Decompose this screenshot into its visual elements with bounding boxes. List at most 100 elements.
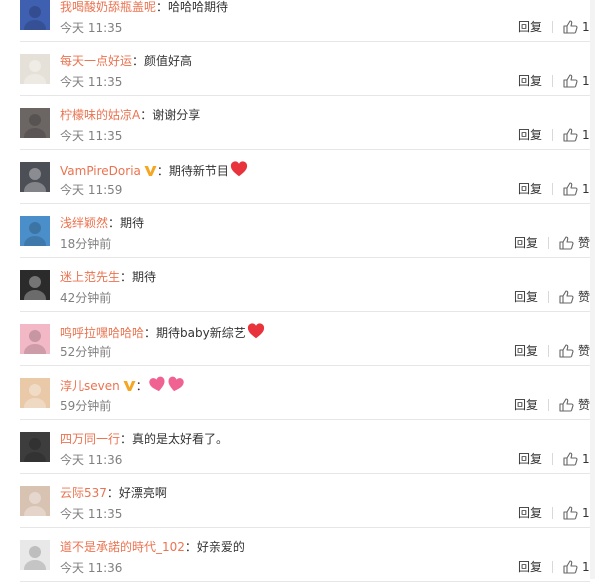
divider (552, 183, 553, 195)
comment-text: 好亲爱的 (196, 540, 245, 554)
reply-button[interactable]: 回复 (514, 396, 538, 414)
username-link[interactable]: 每天一点好运 (60, 54, 132, 68)
comment-time: 今天 11:35 (60, 75, 123, 89)
like-button[interactable]: 1 (563, 450, 590, 468)
comment-time: 今天 11:35 (60, 507, 123, 521)
username-link[interactable]: VamPireDoria (60, 164, 141, 178)
thumbs-up-icon (563, 128, 582, 142)
comment-item: 鸣呼拉嘿哈哈哈：期待baby新综艺 52分钟前 回复 赞 (20, 312, 590, 366)
reply-button[interactable]: 回复 (518, 72, 542, 90)
username-link[interactable]: 浅绊颖然 (60, 216, 108, 230)
thumbs-up-icon (563, 182, 582, 196)
vip-badge-icon (123, 379, 136, 397)
reply-button[interactable]: 回复 (518, 450, 542, 468)
reply-button[interactable]: 回复 (514, 234, 538, 252)
like-button[interactable]: 赞 (559, 342, 590, 360)
avatar[interactable] (20, 54, 50, 84)
comment-text: 期待新节目 (168, 164, 229, 178)
like-button[interactable]: 赞 (559, 234, 590, 252)
like-count: 1 (582, 128, 590, 142)
comment-item: 道不是承諾的時代_102：好亲爱的今天 11:36 回复 1 (20, 528, 590, 582)
comment-list: 我喝酸奶舔瓶盖呢：哈哈哈期待 今天 11:35 回复 1 每天一点好运：颜值好高 今天 1… (0, 0, 595, 582)
like-button[interactable]: 1 (563, 558, 590, 576)
comment-actions: 回复 赞 (514, 288, 590, 306)
comment-item: 浅绊颖然：期待 18分钟前 回复 赞 (20, 204, 590, 258)
avatar[interactable] (20, 378, 50, 408)
like-count: 1 (582, 182, 590, 196)
comment-item: 淳儿seven ： 59分钟前 回复 赞 (20, 366, 590, 420)
divider (552, 129, 553, 141)
separator-colon: ： (140, 108, 153, 122)
thumbs-up-icon (563, 74, 582, 88)
comment-text: 期待baby新综艺 (156, 326, 246, 340)
username-link[interactable]: 道不是承諾的時代_102 (60, 540, 185, 554)
username-link[interactable]: 鸣呼拉嘿哈哈哈 (60, 326, 144, 340)
reply-button[interactable]: 回复 (514, 288, 538, 306)
like-count: 1 (582, 452, 590, 466)
divider (547, 237, 549, 249)
comment-line: 我喝酸奶舔瓶盖呢：哈哈哈期待 (60, 0, 228, 16)
avatar[interactable] (20, 270, 50, 300)
divider (547, 399, 549, 411)
username-link[interactable]: 柠檬味的姑凉A (60, 108, 140, 122)
like-count: 1 (582, 20, 590, 34)
like-count: 1 (582, 506, 590, 520)
like-button[interactable]: 1 (563, 126, 590, 144)
avatar[interactable] (20, 162, 50, 192)
reply-button[interactable]: 回复 (518, 18, 542, 36)
divider (552, 507, 553, 519)
scrollbar[interactable] (590, 0, 595, 579)
comment-line: 道不是承諾的時代_102：好亲爱的 (60, 538, 245, 556)
like-button[interactable]: 1 (563, 180, 590, 198)
like-button[interactable]: 1 (563, 504, 590, 522)
like-count: 1 (582, 560, 590, 574)
comment-actions: 回复 1 (518, 180, 590, 198)
like-button[interactable]: 1 (563, 72, 590, 90)
comment-actions: 回复 1 (518, 504, 590, 522)
thumbs-up-icon (559, 236, 578, 250)
avatar[interactable] (20, 0, 50, 30)
username-link[interactable]: 淳儿seven (60, 379, 120, 393)
comment-item: VamPireDoria ：期待新节目 今天 11:59 回复 1 (20, 150, 590, 204)
separator-colon: ： (108, 216, 121, 230)
comment-text: 颜值好高 (144, 54, 193, 68)
comment-item: 柠檬味的姑凉A：谢谢分享 今天 11:35 回复 1 (20, 96, 590, 150)
reply-button[interactable]: 回复 (518, 504, 542, 522)
username-link[interactable]: 迷上范先生 (60, 270, 120, 284)
comment-actions: 回复 赞 (514, 234, 590, 252)
reply-button[interactable]: 回复 (514, 342, 538, 360)
comment-text: 期待 (120, 216, 145, 230)
comment-line: 浅绊颖然：期待 (60, 214, 144, 232)
comment-actions: 回复 赞 (514, 396, 590, 414)
like-count: 赞 (577, 236, 590, 250)
separator-colon: ： (184, 540, 197, 554)
divider (547, 345, 549, 357)
comment-item: 每天一点好运：颜值好高今天 11:35 回复 1 (20, 42, 590, 96)
comment-text: 真的是太好看了。 (132, 432, 229, 446)
avatar[interactable] (20, 108, 50, 138)
avatar[interactable] (20, 324, 50, 354)
username-link[interactable]: 四万同一行 (60, 432, 120, 446)
separator-colon: ： (132, 54, 145, 68)
reply-button[interactable]: 回复 (518, 558, 542, 576)
like-button[interactable]: 赞 (559, 396, 590, 414)
avatar[interactable] (20, 432, 50, 462)
comment-actions: 回复 1 (518, 558, 590, 576)
avatar[interactable] (20, 540, 50, 570)
comment-actions: 回复 1 (518, 72, 590, 90)
reply-button[interactable]: 回复 (518, 126, 542, 144)
comment-item: 我喝酸奶舔瓶盖呢：哈哈哈期待 今天 11:35 回复 1 (20, 0, 590, 42)
like-button[interactable]: 赞 (559, 288, 590, 306)
username-link[interactable]: 云际537 (60, 486, 107, 500)
avatar[interactable] (20, 486, 50, 516)
like-count: 赞 (577, 398, 590, 412)
comment-time: 18分钟前 (60, 237, 112, 251)
avatar[interactable] (20, 216, 50, 246)
comment-time: 今天 11:36 (60, 561, 123, 575)
like-button[interactable]: 1 (563, 18, 590, 36)
like-count: 赞 (577, 344, 590, 358)
heart-emoji-icon (247, 322, 265, 345)
username-link[interactable]: 我喝酸奶舔瓶盖呢 (60, 0, 156, 14)
separator-colon: ： (106, 486, 119, 500)
reply-button[interactable]: 回复 (518, 180, 542, 198)
